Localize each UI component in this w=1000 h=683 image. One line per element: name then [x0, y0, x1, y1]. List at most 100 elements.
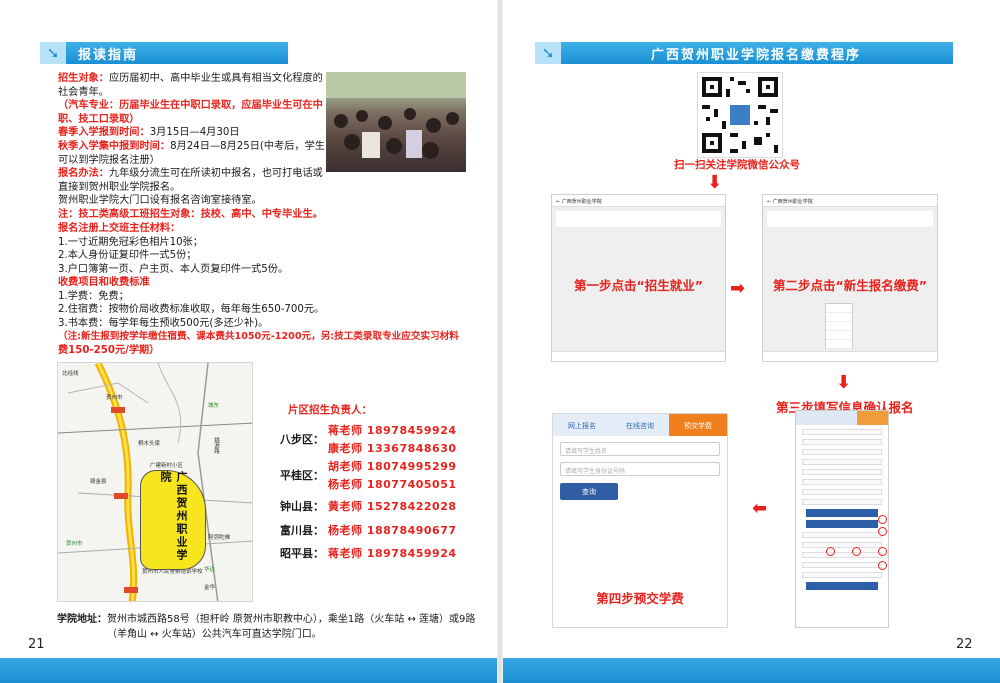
student-name-field[interactable]: 请填写学生姓名 [560, 442, 720, 456]
address-label: 学院地址： [57, 614, 107, 625]
map-label: 北经线 [62, 371, 79, 377]
chat-message [767, 211, 933, 227]
page-gutter [497, 0, 503, 683]
address-line: 贺州市城西路58号（担杆岭 原贺州市职教中心），乘坐1路（火车站 ↔ 莲塘）或9… [107, 614, 476, 625]
fees-title: 收费项目和收费标准 [58, 277, 150, 288]
campus-marker: 广西贺州职业学院 [140, 470, 206, 570]
method-text: 九年级分流生可在所读初中报名，也可打电话或 [108, 168, 323, 180]
qr-caption: 扫一扫关注学院微信公众号 [674, 159, 800, 171]
procedure-header: ➘ 广西贺州职业学院报名缴费程序 [535, 42, 953, 64]
materials-title: 报名注册上交班主任材料： [58, 223, 181, 234]
highlight-circle [852, 547, 861, 556]
arrow-icon: ➘ [40, 42, 66, 64]
autumn-date-2: 可以到学院报名注册） [58, 154, 160, 166]
enroll-target-label: 招生对象： [58, 73, 109, 84]
highlight-circle [826, 547, 835, 556]
fees-item: 1.学费：免费； [58, 290, 129, 302]
technical-note: 注：技工类高级工班招生对象：技校、高中、中专毕业生。 [58, 208, 323, 220]
map-label: 赣金县 [90, 479, 107, 485]
map-label: 桐木头梁 [138, 441, 161, 447]
address-line-2: （羊角山 ↔ 火车站）公共汽车可直达学院门口。 [107, 629, 322, 640]
tab-online-registration[interactable]: 网上报名 [553, 414, 611, 436]
guide-header: ➘ 报读指南 [40, 42, 288, 64]
fees-note-2: 费150-250元/学期） [58, 344, 160, 356]
auto-major-note: （汽车专业：历届毕业生在中职口录取，应届毕业生可在中 [58, 100, 323, 112]
step3-form-screenshot [795, 410, 889, 628]
materials-section: 报名注册上交班主任材料： 1.一寸近期免冠彩色相片10张； 2.本人身份证复印件… [58, 222, 358, 276]
popup-menu [825, 303, 853, 349]
materials-item: 1.一寸近期免冠彩色相片10张； [58, 236, 203, 248]
screen-title: ← 广西贺州职业学院 [552, 195, 725, 207]
down-arrow-icon: ⬇ [836, 372, 852, 393]
contact-phone: 杨老师 18878490677 [328, 524, 457, 537]
footer-band-right [503, 658, 1000, 683]
tab-online-consult[interactable]: 在线咨询 [611, 414, 669, 436]
contact-phone: 杨老师 18077405051 [328, 478, 457, 491]
map-label: 广建新村小区 [150, 463, 184, 469]
fees-note: （注:新生报到按学年缴住宿费、课本费共1050元-1200元，另:技工类录取专业… [58, 331, 459, 343]
right-arrow-icon: ➡ [730, 278, 746, 299]
enroll-target-text-2: 社会青年。 [58, 86, 109, 98]
spring-label: 春季入学报到时间： [58, 127, 150, 139]
tab-prepay-tuition[interactable]: 预交学费 [669, 414, 727, 436]
map-label: 华达 [204, 567, 216, 573]
screen-title: ← 广西贺州职业学院 [763, 195, 937, 207]
map-label: 城东 [208, 403, 220, 409]
page-number-left: 21 [28, 637, 45, 652]
contact-phone: 黄老师 15278422028 [328, 500, 457, 513]
fees-item: 3.书本费：每学年每生预收500元(多还少补)。 [58, 317, 269, 329]
left-arrow-icon: ⬅ [752, 498, 768, 519]
consult-room: 贺州职业学院大门口设有报名咨询室接待室。 [58, 195, 262, 207]
registration-crowd-photo [326, 72, 466, 172]
step4-payment-screenshot: 网上报名 在线咨询 预交学费 请填写学生姓名 请填写学生身份证号码 查询 第四步… [552, 413, 728, 628]
qr-icon [698, 73, 782, 157]
contact-area: 昭平县： [280, 547, 324, 560]
contacts-title: 片区招生负责人： [288, 404, 372, 416]
highlight-circle [878, 547, 887, 556]
map-label: 姚源路 [213, 437, 219, 454]
map-label: 贺州市 [66, 541, 83, 547]
step4-text: 第四步预交学费 [596, 591, 684, 606]
auto-major-note-2: 职、技工口录取） [58, 113, 140, 125]
campus-label: 广西贺州职业学院 [159, 471, 188, 562]
wechat-qr-code [697, 72, 783, 158]
method-label: 报名办法： [58, 168, 109, 180]
contact-area: 平桂区： [280, 469, 324, 482]
contact-phone: 胡老师 18074995299 [328, 460, 457, 473]
regional-contacts: 片区招生负责人： 蒋老师 18978459924 八步区： 康老师 133678… [280, 402, 456, 560]
procedure-header-title: 广西贺州职业学院报名缴费程序 [651, 47, 862, 63]
enroll-target-text: 应历届初中、高中毕业生或具有相当文化程度的 [108, 73, 323, 84]
contact-area: 八步区： [280, 433, 324, 446]
down-arrow-icon: ⬇ [707, 172, 723, 193]
student-id-field[interactable]: 请填写学生身份证号码 [560, 462, 720, 476]
footer-band-left [0, 658, 497, 683]
contact-phone: 康老师 13367848630 [328, 442, 457, 455]
map-label: 阿弥陀佛 [208, 535, 231, 541]
query-button[interactable]: 查询 [560, 483, 618, 500]
contact-phone: 蒋老师 18978459924 [328, 547, 457, 560]
spring-date: 3月15日—4月30日 [149, 127, 240, 139]
map-label: 贺州市 [106, 395, 123, 401]
step1-text: 第一步点击“招生就业” [574, 278, 703, 293]
arrow-icon: ➘ [535, 42, 561, 64]
map-label: 金华 [204, 585, 216, 591]
college-address: 学院地址：贺州市城西路58号（担杆岭 原贺州市职教中心），乘坐1路（火车站 ↔ … [57, 612, 475, 642]
chat-message [556, 211, 721, 227]
menu-bar [552, 351, 725, 361]
materials-item: 3.户口簿第一页、户主页、本人页复印件一式5份。 [58, 263, 289, 275]
autumn-date: 8月24日—8月25日(中考后，学生 [170, 140, 325, 152]
step1-screenshot: ← 广西贺州职业学院 第一步点击“招生就业” [551, 194, 726, 362]
fees-item: 2.住宿费：按物价局收费标准收取，每年每生650-700元。 [58, 304, 325, 316]
fees-section: 收费项目和收费标准 1.学费：免费； 2.住宿费：按物价局收费标准收取，每年每生… [58, 276, 488, 358]
materials-item: 2.本人身份证复印件一式5份； [58, 250, 197, 262]
contact-area: 钟山县： [280, 500, 324, 513]
menu-bar [763, 351, 937, 361]
highlight-circle [878, 527, 887, 536]
highlight-circle [878, 561, 887, 570]
enrollment-info: 招生对象：应历届初中、高中毕业生或具有相当文化程度的 社会青年。 （汽车专业：历… [58, 72, 326, 222]
contact-area: 富川县： [280, 524, 324, 537]
page-number-right: 22 [956, 637, 973, 652]
highlight-circle [878, 515, 887, 524]
step2-screenshot: ← 广西贺州职业学院 第二步点击“新生报名缴费” [762, 194, 938, 362]
contact-phone: 蒋老师 18978459924 [328, 424, 457, 437]
